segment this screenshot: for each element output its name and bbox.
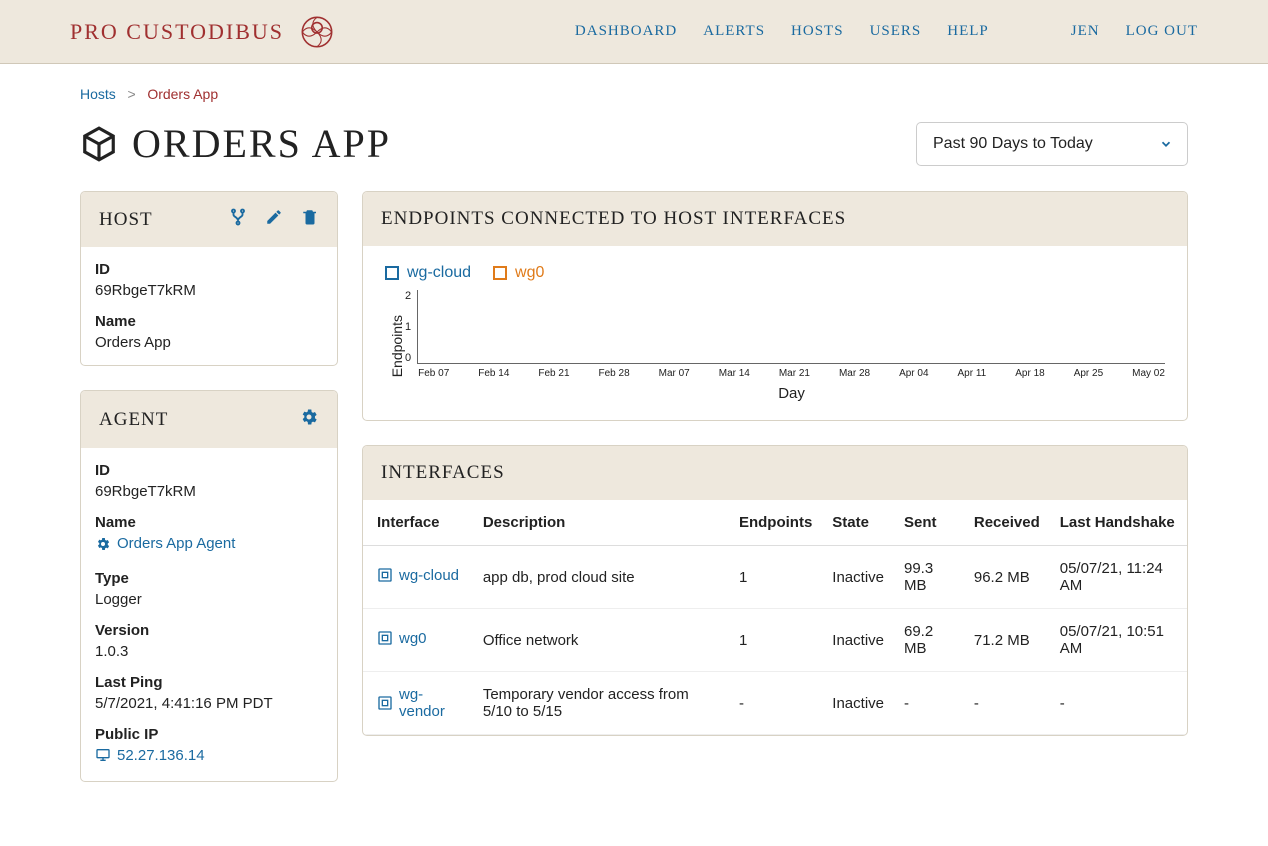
breadcrumb: Hosts > Orders App bbox=[80, 74, 1188, 120]
interfaces-table: InterfaceDescriptionEndpointsStateSentRe… bbox=[363, 500, 1187, 735]
host-id-value: 69RbgeT7kRM bbox=[95, 282, 323, 299]
table-header: Last Handshake bbox=[1050, 500, 1187, 546]
fork-icon[interactable] bbox=[229, 208, 247, 231]
cell-handshake: 05/07/21, 11:24 AM bbox=[1050, 546, 1187, 609]
cell-endpoints: 1 bbox=[729, 609, 822, 672]
breadcrumb-root[interactable]: Hosts bbox=[80, 86, 116, 102]
interfaces-panel-title: INTERFACES bbox=[381, 462, 505, 484]
nav-alerts[interactable]: ALERTS bbox=[703, 23, 765, 40]
cell-sent: 69.2 MB bbox=[894, 609, 964, 672]
table-header: Sent bbox=[894, 500, 964, 546]
brand-text: PRO CUSTODIBUS bbox=[70, 19, 284, 45]
nav-help[interactable]: HELP bbox=[947, 23, 989, 40]
topbar: PRO CUSTODIBUS DASHBOARD ALERTS HOSTS US… bbox=[0, 0, 1268, 64]
titlebar: ORDERS APP Past 90 Days to Today bbox=[80, 120, 1188, 191]
agent-ip-label: Public IP bbox=[95, 726, 323, 743]
cell-sent: 99.3 MB bbox=[894, 546, 964, 609]
table-row: wg-vendor Temporary vendor access from 5/… bbox=[363, 672, 1187, 735]
host-id-label: ID bbox=[95, 261, 323, 278]
agent-id-value: 69RbgeT7kRM bbox=[95, 483, 323, 500]
chart-legend: wg-cloud wg0 bbox=[363, 246, 1187, 290]
interface-link[interactable]: wg-vendor bbox=[377, 686, 463, 720]
table-header-row: InterfaceDescriptionEndpointsStateSentRe… bbox=[363, 500, 1187, 546]
cell-received: - bbox=[964, 672, 1050, 735]
agent-type-value: Logger bbox=[95, 591, 323, 608]
cell-state: Inactive bbox=[822, 546, 894, 609]
agent-lastping-label: Last Ping bbox=[95, 674, 323, 691]
cube-icon bbox=[80, 125, 118, 163]
cell-endpoints: 1 bbox=[729, 546, 822, 609]
cell-state: Inactive bbox=[822, 672, 894, 735]
agent-panel-title: AGENT bbox=[99, 409, 168, 431]
chart-xticks: Feb 07Feb 14Feb 21Feb 28Mar 07Mar 14Mar … bbox=[418, 364, 1165, 379]
nav-dashboard[interactable]: DASHBOARD bbox=[575, 23, 677, 40]
nav: DASHBOARD ALERTS HOSTS USERS HELP JEN LO… bbox=[575, 23, 1198, 40]
trash-icon[interactable] bbox=[301, 208, 319, 231]
chart-yticks: 210 bbox=[405, 290, 418, 364]
host-panel-title: HOST bbox=[99, 209, 153, 231]
cell-state: Inactive bbox=[822, 609, 894, 672]
interface-link[interactable]: wg-cloud bbox=[377, 567, 459, 584]
cell-sent: - bbox=[894, 672, 964, 735]
chart: Endpoints 210 Feb 07Feb 14Feb 21Feb 28Ma… bbox=[363, 290, 1187, 420]
table-header: Endpoints bbox=[729, 500, 822, 546]
cell-description: Temporary vendor access from 5/10 to 5/1… bbox=[473, 672, 729, 735]
agent-id-label: ID bbox=[95, 462, 323, 479]
legend-wg0[interactable]: wg0 bbox=[493, 264, 544, 282]
brand: PRO CUSTODIBUS bbox=[70, 11, 338, 53]
cell-handshake: 05/07/21, 10:51 AM bbox=[1050, 609, 1187, 672]
cell-description: Office network bbox=[473, 609, 729, 672]
agent-ip-link[interactable]: 52.27.136.14 bbox=[95, 747, 205, 764]
nav-users[interactable]: USERS bbox=[870, 23, 922, 40]
cell-received: 96.2 MB bbox=[964, 546, 1050, 609]
table-header: Received bbox=[964, 500, 1050, 546]
gear-icon[interactable] bbox=[299, 407, 319, 432]
agent-type-label: Type bbox=[95, 570, 323, 587]
agent-name-link[interactable]: Orders App Agent bbox=[95, 535, 235, 552]
breadcrumb-current: Orders App bbox=[147, 86, 218, 102]
table-header: Interface bbox=[363, 500, 473, 546]
chevron-down-icon bbox=[1159, 137, 1173, 156]
chart-bars bbox=[418, 290, 1165, 364]
brand-logo-icon bbox=[296, 11, 338, 53]
agent-panel: AGENT ID 69RbgeT7kRM Name Orders App bbox=[80, 390, 338, 782]
interface-link[interactable]: wg0 bbox=[377, 630, 427, 647]
square-icon bbox=[493, 266, 507, 280]
host-panel: HOST ID bbox=[80, 191, 338, 366]
cell-description: app db, prod cloud site bbox=[473, 546, 729, 609]
agent-version-label: Version bbox=[95, 622, 323, 639]
legend-wg-cloud[interactable]: wg-cloud bbox=[385, 264, 471, 282]
table-body: wg-cloud app db, prod cloud site1Inactive… bbox=[363, 546, 1187, 735]
agent-name-label: Name bbox=[95, 514, 323, 531]
agent-version-value: 1.0.3 bbox=[95, 643, 323, 660]
host-name-label: Name bbox=[95, 313, 323, 330]
cell-handshake: - bbox=[1050, 672, 1187, 735]
date-range-select[interactable]: Past 90 Days to Today bbox=[916, 122, 1188, 166]
agent-lastping-value: 5/7/2021, 4:41:16 PM PDT bbox=[95, 695, 323, 712]
chart-ylabel: Endpoints bbox=[385, 315, 405, 377]
chart-xlabel: Day bbox=[418, 379, 1165, 402]
table-row: wg-cloud app db, prod cloud site1Inactive… bbox=[363, 546, 1187, 609]
cell-received: 71.2 MB bbox=[964, 609, 1050, 672]
endpoints-panel: ENDPOINTS CONNECTED TO HOST INTERFACES w… bbox=[362, 191, 1188, 421]
cell-endpoints: - bbox=[729, 672, 822, 735]
edit-icon[interactable] bbox=[265, 208, 283, 231]
table-header: Description bbox=[473, 500, 729, 546]
nav-logout[interactable]: LOG OUT bbox=[1126, 23, 1198, 40]
square-icon bbox=[385, 266, 399, 280]
table-row: wg0 Office network1Inactive69.2 MB71.2 MB… bbox=[363, 609, 1187, 672]
host-name-value: Orders App bbox=[95, 334, 323, 351]
interfaces-panel: INTERFACES InterfaceDescriptionEndpoints… bbox=[362, 445, 1188, 736]
table-header: State bbox=[822, 500, 894, 546]
page-title: ORDERS APP bbox=[80, 120, 391, 167]
endpoints-panel-title: ENDPOINTS CONNECTED TO HOST INTERFACES bbox=[381, 208, 846, 230]
nav-user[interactable]: JEN bbox=[1071, 23, 1100, 40]
nav-hosts[interactable]: HOSTS bbox=[791, 23, 844, 40]
